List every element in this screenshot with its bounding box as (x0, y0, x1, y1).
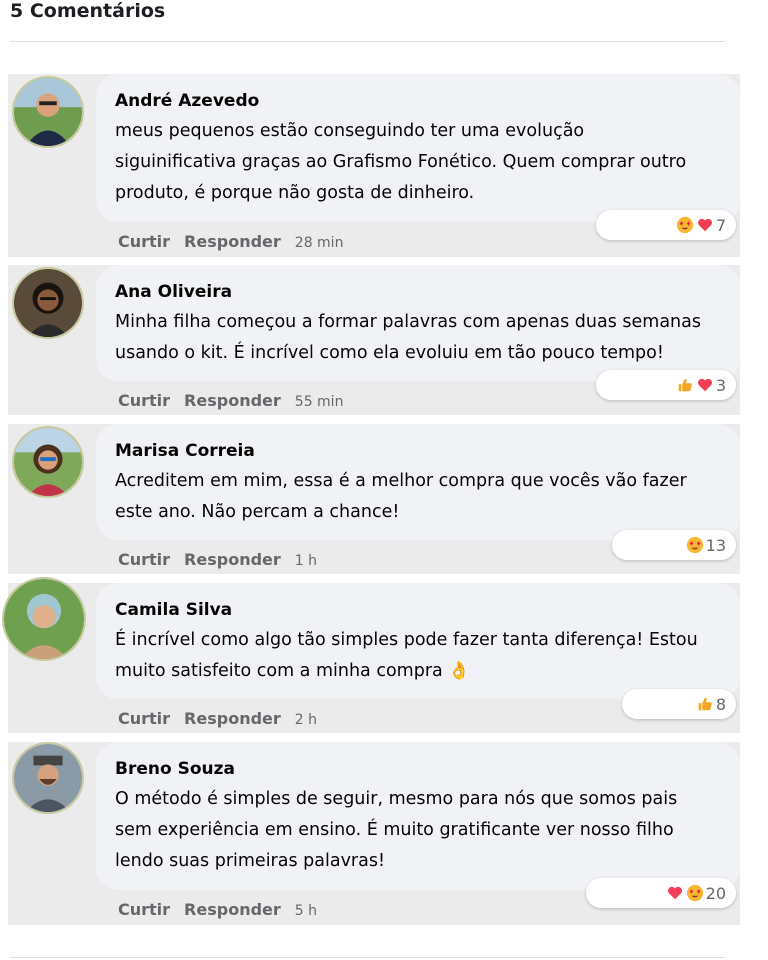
avatar-photo (14, 78, 82, 146)
comment-time[interactable]: 28 min (295, 235, 344, 251)
bottom-divider (10, 957, 725, 958)
comment-line: sem experiência em ensino. É muito grati… (115, 820, 674, 840)
thumbs-up-icon (696, 695, 714, 713)
heart-eyes-emoji (676, 216, 694, 234)
heart-icon (696, 216, 714, 234)
reaction-count: 13 (705, 535, 726, 555)
comment-text: É incrível como algo tão simples pode fa… (115, 625, 720, 687)
comment-text: meus pequenos estão conseguindo ter uma … (115, 116, 720, 209)
comment-line: este ano. Não percam a chance! (115, 502, 400, 522)
avatar[interactable] (12, 267, 84, 339)
comment-actions: Curtir Responder 1 h (118, 550, 317, 569)
comment-text: O método é simples de seguir, mesmo para… (115, 784, 720, 877)
comment-bubble: Breno Souza O método é simples de seguir… (96, 742, 740, 890)
avatar[interactable] (12, 76, 84, 148)
comment-bubble: Marisa Correia Acreditem em mim, essa é … (96, 424, 740, 540)
comment-line: muito satisfeito com a minha compra 👌 (115, 661, 471, 681)
like-button[interactable]: Curtir (118, 391, 170, 410)
reaction-count: 20 (705, 883, 726, 903)
comment-line: produto, é porque não gosta de dinheiro. (115, 183, 475, 203)
comment-text: Minha filha começou a formar palavras co… (115, 307, 720, 369)
reactions-badge[interactable]: 13 (612, 530, 736, 560)
heart-eyes-emoji (686, 884, 704, 902)
commenter-name[interactable]: Ana Oliveira (115, 281, 720, 303)
comment-bubble: Camila Silva É incrível como algo tão si… (96, 583, 740, 699)
comment-time[interactable]: 2 h (295, 712, 317, 728)
avatar[interactable] (2, 577, 86, 661)
reply-button[interactable]: Responder (184, 709, 281, 728)
avatar[interactable] (12, 742, 84, 814)
comment-actions: Curtir Responder 28 min (118, 232, 343, 251)
avatar-photo (14, 428, 82, 496)
commenter-name[interactable]: Breno Souza (115, 758, 720, 780)
heart-icon (696, 376, 714, 394)
like-button[interactable]: Curtir (118, 709, 170, 728)
reaction-count: 8 (715, 694, 726, 714)
heart-icon (666, 884, 684, 902)
thumbs-up-icon (676, 376, 694, 394)
avatar-photo (14, 744, 82, 812)
heart-eyes-emoji (686, 536, 704, 554)
comments-count-title: 5 Comentários (10, 0, 166, 22)
comment-line: Minha filha começou a formar palavras co… (115, 312, 701, 332)
reactions-badge[interactable]: 20 (586, 878, 736, 908)
commenter-name[interactable]: Camila Silva (115, 599, 720, 621)
commenter-name[interactable]: Marisa Correia (115, 440, 720, 462)
reply-button[interactable]: Responder (184, 391, 281, 410)
reactions-badge[interactable]: 7 (596, 210, 736, 240)
like-button[interactable]: Curtir (118, 550, 170, 569)
like-button[interactable]: Curtir (118, 232, 170, 251)
like-button[interactable]: Curtir (118, 900, 170, 919)
reply-button[interactable]: Responder (184, 900, 281, 919)
reaction-count: 7 (715, 215, 726, 235)
comment-line: É incrível como algo tão simples pode fa… (115, 630, 698, 650)
comment-time[interactable]: 55 min (295, 394, 344, 410)
comment-line: siguinificativa graças ao Grafismo Fonét… (115, 152, 687, 172)
comment-actions: Curtir Responder 5 h (118, 900, 317, 919)
comment-actions: Curtir Responder 55 min (118, 391, 343, 410)
reactions-badge[interactable]: 8 (622, 689, 736, 719)
comment-bubble: Ana Oliveira Minha filha começou a forma… (96, 265, 740, 381)
commenter-name[interactable]: André Azevedo (115, 90, 720, 112)
comment-line: Acreditem em mim, essa é a melhor compra… (115, 471, 687, 491)
avatar-photo (14, 269, 82, 337)
comment-time[interactable]: 1 h (295, 553, 317, 569)
comment-line: O método é simples de seguir, mesmo para… (115, 789, 678, 809)
comment-line: usando o kit. É incrível como ela evolui… (115, 343, 664, 363)
comment-line: lendo suas primeiras palavras! (115, 851, 385, 871)
comment-actions: Curtir Responder 2 h (118, 709, 317, 728)
comment-bubble: André Azevedo meus pequenos estão conseg… (96, 74, 740, 222)
top-divider (10, 41, 725, 42)
comment-text: Acreditem em mim, essa é a melhor compra… (115, 466, 720, 528)
avatar-photo (4, 579, 84, 659)
comment-line: meus pequenos estão conseguindo ter uma … (115, 121, 585, 141)
avatar[interactable] (12, 426, 84, 498)
reactions-badge[interactable]: 3 (596, 370, 736, 400)
reaction-count: 3 (715, 375, 726, 395)
reply-button[interactable]: Responder (184, 232, 281, 251)
reply-button[interactable]: Responder (184, 550, 281, 569)
comment-time[interactable]: 5 h (295, 903, 317, 919)
